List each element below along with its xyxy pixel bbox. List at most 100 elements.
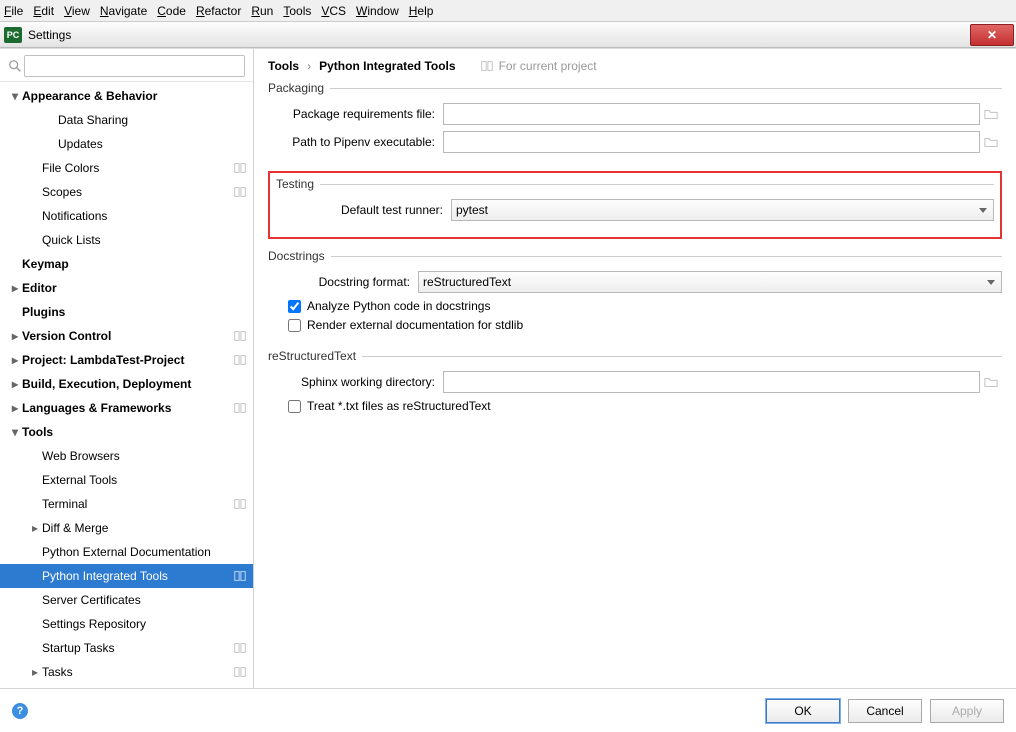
label-analyze-docstrings: Analyze Python code in docstrings <box>307 299 490 313</box>
chevron-down-icon: ▾ <box>8 425 22 439</box>
tree-item-data-sharing[interactable]: Data Sharing <box>0 108 253 132</box>
ok-button[interactable]: OK <box>766 699 840 723</box>
tree-item-label: Project: LambdaTest-Project <box>22 353 233 367</box>
tree-item-quick-lists[interactable]: Quick Lists <box>0 228 253 252</box>
tree-item-server-certificates[interactable]: Server Certificates <box>0 588 253 612</box>
menu-tools[interactable]: Tools <box>283 4 311 18</box>
tree-item-keymap[interactable]: Keymap <box>0 252 253 276</box>
highlight-testing: Testing Default test runner: pytest <box>268 171 1002 239</box>
project-icon <box>233 185 247 199</box>
tree-item-web-browsers[interactable]: Web Browsers <box>0 444 253 468</box>
settings-tree: ▾Appearance & BehaviorData SharingUpdate… <box>0 82 253 688</box>
tree-item-project-lambdatest-project[interactable]: ▸Project: LambdaTest-Project <box>0 348 253 372</box>
tree-item-label: Settings Repository <box>42 617 253 631</box>
tree-item-label: Appearance & Behavior <box>22 89 253 103</box>
combo-docstring-format[interactable]: reStructuredText <box>418 271 1002 293</box>
tree-item-label: Scopes <box>42 185 233 199</box>
tree-item-updates[interactable]: Updates <box>0 132 253 156</box>
tree-item-build-execution-deployment[interactable]: ▸Build, Execution, Deployment <box>0 372 253 396</box>
check-render-stdlib[interactable] <box>288 319 301 332</box>
tree-item-external-tools[interactable]: External Tools <box>0 468 253 492</box>
project-icon <box>233 353 247 367</box>
project-icon <box>480 59 494 73</box>
menu-refactor[interactable]: Refactor <box>196 4 241 18</box>
chevron-right-icon: ▸ <box>28 521 42 535</box>
menu-code[interactable]: Code <box>157 4 186 18</box>
tree-item-label: Keymap <box>22 257 253 271</box>
menu-vcs[interactable]: VCS <box>321 4 346 18</box>
chevron-right-icon: ▸ <box>8 401 22 415</box>
tree-item-label: Web Browsers <box>42 449 253 463</box>
menu-edit[interactable]: Edit <box>33 4 54 18</box>
menu-help[interactable]: Help <box>409 4 434 18</box>
check-analyze-docstrings[interactable] <box>288 300 301 313</box>
tree-item-label: Python External Documentation <box>42 545 253 559</box>
tree-item-tools[interactable]: ▾Tools <box>0 420 253 444</box>
breadcrumb: Tools › Python Integrated Tools For curr… <box>268 59 1002 73</box>
menu-window[interactable]: Window <box>356 4 399 18</box>
label-docstring-format: Docstring format: <box>288 275 418 289</box>
chevron-right-icon: ▸ <box>28 665 42 679</box>
folder-icon[interactable] <box>980 107 1002 121</box>
tree-item-label: Startup Tasks <box>42 641 233 655</box>
tree-item-label: Diff & Merge <box>42 521 253 535</box>
tree-item-settings-repository[interactable]: Settings Repository <box>0 612 253 636</box>
crumb-page: Python Integrated Tools <box>319 59 455 73</box>
project-icon <box>233 641 247 655</box>
help-icon[interactable]: ? <box>12 703 28 719</box>
menu-run[interactable]: Run <box>251 4 273 18</box>
input-pipenv[interactable] <box>443 131 980 153</box>
label-test-runner: Default test runner: <box>296 203 451 217</box>
folder-icon[interactable] <box>980 375 1002 389</box>
tree-item-notifications[interactable]: Notifications <box>0 204 253 228</box>
label-treat-txt: Treat *.txt files as reStructuredText <box>307 399 491 413</box>
tree-item-languages-frameworks[interactable]: ▸Languages & Frameworks <box>0 396 253 420</box>
folder-icon[interactable] <box>980 135 1002 149</box>
cancel-button[interactable]: Cancel <box>848 699 922 723</box>
project-icon <box>233 401 247 415</box>
tree-item-label: Version Control <box>22 329 233 343</box>
tree-item-appearance-behavior[interactable]: ▾Appearance & Behavior <box>0 84 253 108</box>
chevron-right-icon: ▸ <box>8 353 22 367</box>
section-docstrings: Docstrings Docstring format: reStructure… <box>268 249 1002 337</box>
tree-item-label: Tools <box>22 425 253 439</box>
titlebar: PC Settings ✕ <box>0 22 1016 48</box>
window-title: Settings <box>28 28 968 42</box>
tree-item-tasks[interactable]: ▸Tasks <box>0 660 253 684</box>
tree-item-label: External Tools <box>42 473 253 487</box>
project-icon <box>233 329 247 343</box>
tree-item-version-control[interactable]: ▸Version Control <box>0 324 253 348</box>
section-title-packaging: Packaging <box>268 81 324 95</box>
tree-item-scopes[interactable]: Scopes <box>0 180 253 204</box>
menu-view[interactable]: View <box>64 4 90 18</box>
menu-navigate[interactable]: Navigate <box>100 4 147 18</box>
tree-item-editor[interactable]: ▸Editor <box>0 276 253 300</box>
tree-item-diff-merge[interactable]: ▸Diff & Merge <box>0 516 253 540</box>
tree-item-label: Server Certificates <box>42 593 253 607</box>
project-icon <box>233 497 247 511</box>
tree-item-file-colors[interactable]: File Colors <box>0 156 253 180</box>
tree-item-label: Build, Execution, Deployment <box>22 377 253 391</box>
tree-item-label: Languages & Frameworks <box>22 401 233 415</box>
menu-file[interactable]: File <box>4 4 23 18</box>
section-rst: reStructuredText Sphinx working director… <box>268 349 1002 418</box>
tree-item-label: Data Sharing <box>58 113 253 127</box>
section-title-testing: Testing <box>276 177 314 191</box>
main-area: ▾Appearance & BehaviorData SharingUpdate… <box>0 48 1016 688</box>
tree-item-plugins[interactable]: Plugins <box>0 300 253 324</box>
section-title-docstrings: Docstrings <box>268 249 325 263</box>
close-button[interactable]: ✕ <box>970 24 1014 46</box>
tree-item-terminal[interactable]: Terminal <box>0 492 253 516</box>
input-requirements[interactable] <box>443 103 980 125</box>
input-sphinx-dir[interactable] <box>443 371 980 393</box>
tree-item-startup-tasks[interactable]: Startup Tasks <box>0 636 253 660</box>
check-treat-txt[interactable] <box>288 400 301 413</box>
content-panel: Tools › Python Integrated Tools For curr… <box>254 49 1016 688</box>
tree-item-python-integrated-tools[interactable]: Python Integrated Tools <box>0 564 253 588</box>
tree-item-label: Python Integrated Tools <box>42 569 233 583</box>
chevron-right-icon: ▸ <box>8 329 22 343</box>
apply-button[interactable]: Apply <box>930 699 1004 723</box>
combo-test-runner[interactable]: pytest <box>451 199 994 221</box>
tree-item-python-external-documentation[interactable]: Python External Documentation <box>0 540 253 564</box>
search-input[interactable] <box>24 55 245 77</box>
